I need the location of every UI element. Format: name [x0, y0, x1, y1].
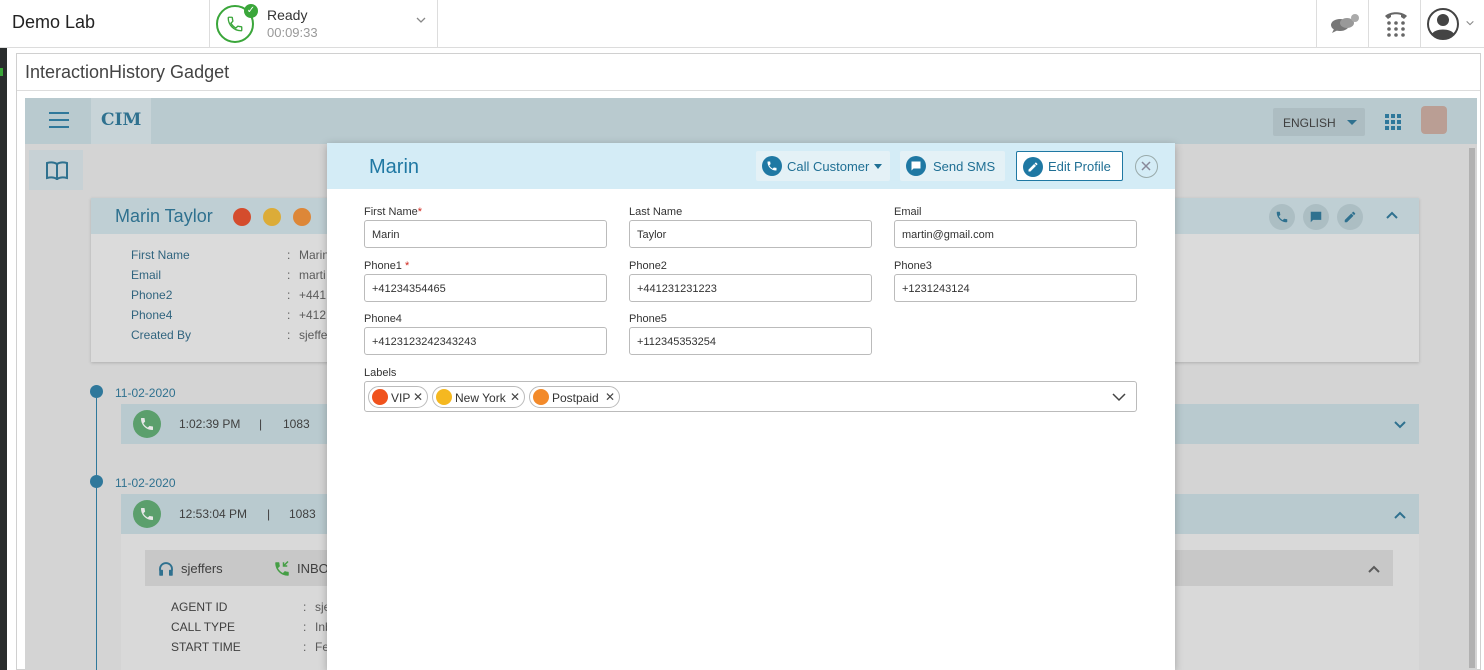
chevron-down-icon: [1466, 20, 1474, 26]
first-name-input[interactable]: Marin: [364, 220, 607, 248]
call-customer-button[interactable]: Call Customer: [756, 151, 890, 181]
phone1-label: Phone1 *: [364, 260, 410, 272]
chat-bubbles-icon: [1331, 14, 1359, 33]
user-avatar-icon: [1427, 8, 1459, 40]
first-name-label: First Name*: [364, 206, 423, 218]
modal-header: Marin Call Customer Send SMS Edit Profil…: [327, 143, 1175, 189]
remove-chip-icon[interactable]: ✕: [605, 390, 615, 404]
phone2-label: Phone2: [629, 260, 667, 272]
phone4-label: Phone4: [364, 313, 402, 325]
chevron-down-icon: [416, 17, 426, 23]
phone3-input[interactable]: +1231243124: [894, 274, 1137, 302]
left-sidebar-strip: [0, 48, 7, 670]
last-name-input[interactable]: Taylor: [629, 220, 872, 248]
phone5-input[interactable]: +112345353254: [629, 327, 872, 355]
caret-down-icon: [874, 164, 882, 169]
label-chip-new-york: New York ✕: [432, 386, 525, 408]
labels-multiselect[interactable]: VIP ✕ New York ✕ Postpaid ✕: [364, 381, 1137, 412]
label-chip-vip: VIP ✕: [368, 386, 428, 408]
phone3-label: Phone3: [894, 260, 932, 272]
close-icon: [1141, 161, 1151, 171]
close-modal-button[interactable]: [1135, 155, 1158, 178]
brand-title: Demo Lab: [12, 12, 96, 32]
pencil-icon: [1023, 157, 1043, 177]
email-input[interactable]: martin@gmail.com: [894, 220, 1137, 248]
modal-title: Marin: [369, 156, 420, 178]
phone4-input[interactable]: +4123123242343243: [364, 327, 607, 355]
dialpad-icon: [1385, 12, 1407, 37]
phone1-input[interactable]: +41234354465: [364, 274, 607, 302]
gadget-title: InteractionHistory Gadget: [25, 62, 230, 82]
agent-status-dropdown[interactable]: ✓ Ready 00:09:33: [209, 0, 438, 48]
status-label: Ready: [267, 7, 308, 23]
chevron-down-icon[interactable]: [1112, 391, 1126, 403]
user-menu-button[interactable]: [1420, 0, 1484, 48]
phone2-input[interactable]: +441231231223: [629, 274, 872, 302]
dialpad-button[interactable]: [1368, 0, 1420, 48]
message-icon: [906, 156, 926, 176]
label-chip-postpaid: Postpaid ✕: [529, 386, 620, 408]
top-bar: Demo Lab ✓ Ready 00:09:33: [0, 0, 1484, 48]
send-sms-button[interactable]: Send SMS: [900, 151, 1005, 181]
chat-notifications-button[interactable]: [1316, 0, 1368, 48]
status-timer: 00:09:33: [267, 25, 318, 40]
last-name-label: Last Name: [629, 206, 683, 218]
labels-label: Labels: [364, 367, 397, 379]
remove-chip-icon[interactable]: ✕: [510, 390, 520, 404]
email-label: Email: [894, 206, 922, 218]
edit-profile-button[interactable]: Edit Profile: [1016, 151, 1123, 181]
customer-profile-modal: Marin Call Customer Send SMS Edit Profil…: [327, 143, 1175, 670]
phone-icon: [762, 156, 782, 176]
remove-chip-icon[interactable]: ✕: [413, 390, 423, 404]
phone5-label: Phone5: [629, 313, 667, 325]
ready-check-icon: ✓: [244, 4, 258, 18]
